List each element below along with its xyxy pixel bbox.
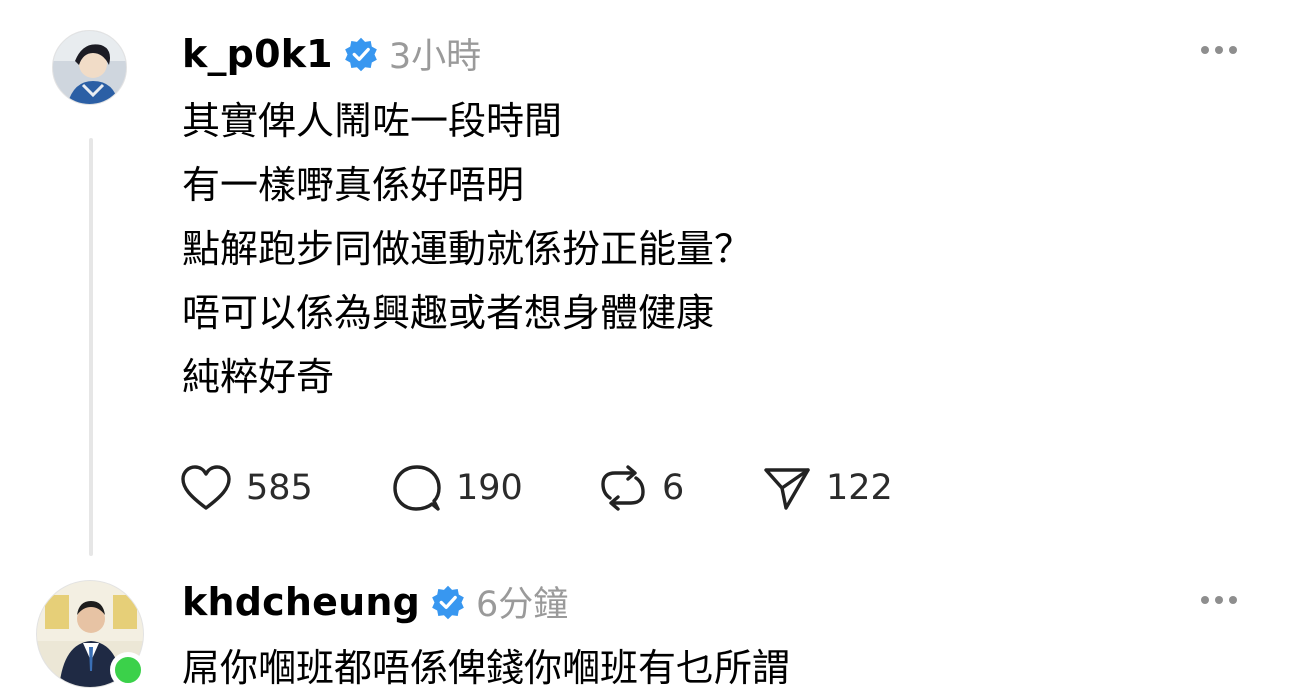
send-paper-plane-icon bbox=[764, 468, 810, 510]
post-line: 唔可以係為興趣或者想身體健康 bbox=[182, 291, 715, 335]
more-options-button[interactable] bbox=[1201, 596, 1237, 604]
heart-icon bbox=[181, 465, 231, 510]
like-count: 585 bbox=[246, 468, 313, 508]
post-line: 純粹好奇 bbox=[182, 355, 335, 399]
post-body: 其實俾人鬧咗一段時間 有一樣嘢真係好唔明 點解跑步同做運動就係扮正能量？ 唔可以… bbox=[182, 89, 752, 409]
more-dot bbox=[1215, 46, 1223, 54]
post-line: 其實俾人鬧咗一段時間 bbox=[182, 99, 563, 143]
more-horizontal-icon bbox=[1201, 46, 1209, 54]
post-body: 屌你嗰班都唔係俾錢你嗰班有乜所謂 bbox=[182, 636, 790, 700]
share-count: 122 bbox=[826, 468, 893, 508]
post-line: 有一樣嘢真係好唔明 bbox=[182, 163, 525, 207]
verified-badge-icon bbox=[432, 585, 464, 619]
username[interactable]: khdcheung bbox=[182, 580, 420, 624]
more-options-button[interactable] bbox=[1201, 46, 1237, 54]
post-time: 3小時 bbox=[388, 37, 482, 77]
online-status-indicator bbox=[110, 652, 146, 688]
repost-count: 6 bbox=[662, 468, 685, 508]
post-header: k_p0k1 3小時 bbox=[182, 28, 481, 79]
more-dot bbox=[1229, 596, 1237, 604]
thread-line bbox=[89, 138, 93, 556]
more-horizontal-icon bbox=[1201, 596, 1209, 604]
post-line: 點解跑步同做運動就係扮正能量？ bbox=[182, 227, 753, 271]
avatar-image bbox=[53, 31, 126, 104]
verified-badge-icon bbox=[344, 37, 377, 71]
avatar-k-p0k1[interactable] bbox=[52, 30, 127, 105]
post-time: 6分鐘 bbox=[475, 585, 569, 625]
post-header: khdcheung 6分鐘 bbox=[182, 576, 568, 627]
reply-button[interactable]: 190 bbox=[392, 463, 523, 513]
repost-arrows-icon bbox=[601, 465, 645, 511]
comment-bubble-icon bbox=[393, 465, 441, 511]
more-dot bbox=[1229, 46, 1237, 54]
like-button[interactable]: 585 bbox=[180, 463, 313, 513]
reply-count: 190 bbox=[456, 468, 523, 508]
post-line: 屌你嗰班都唔係俾錢你嗰班有乜所謂 bbox=[182, 646, 791, 690]
repost-button[interactable]: 6 bbox=[598, 463, 684, 513]
more-dot bbox=[1215, 596, 1223, 604]
username[interactable]: k_p0k1 bbox=[182, 32, 333, 76]
share-button[interactable]: 122 bbox=[762, 463, 893, 513]
